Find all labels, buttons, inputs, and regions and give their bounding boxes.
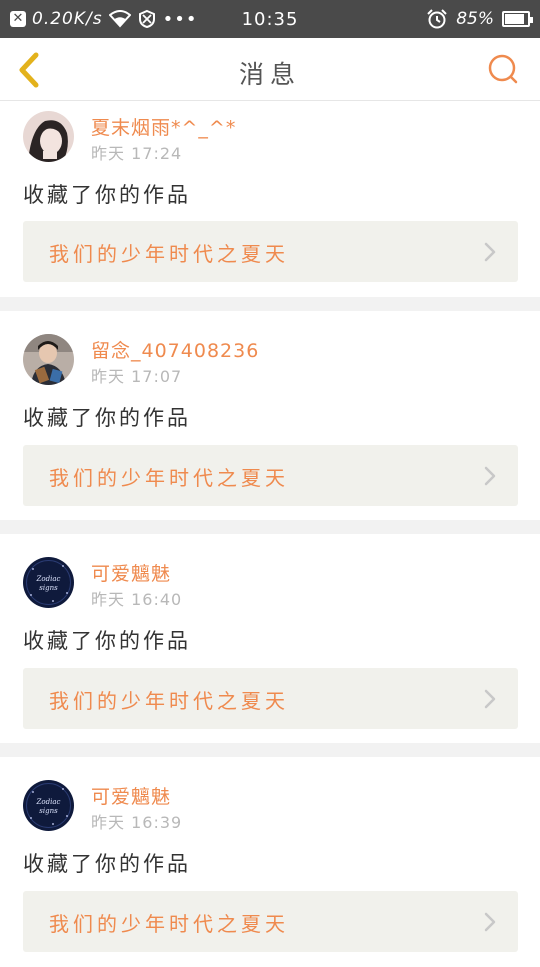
divider (0, 297, 540, 311)
avatar-caption: signs (39, 807, 58, 815)
network-speed: 0.20K/s (32, 9, 103, 29)
work-link[interactable]: 我们的少年时代之夏天 (23, 891, 518, 952)
work-link[interactable]: 我们的少年时代之夏天 (23, 445, 518, 506)
search-icon (488, 54, 518, 84)
message-time: 昨天 17:24 (91, 144, 183, 163)
status-bar: ✕ 0.20K/s ••• 10:35 85% (0, 0, 540, 38)
battery-icon (502, 11, 533, 27)
chevron-right-icon (484, 912, 496, 932)
avatar-caption: Zodiac (36, 798, 61, 806)
message-action: 收藏了你的作品 (23, 183, 191, 207)
avatar-caption: signs (39, 584, 58, 592)
work-link[interactable]: 我们的少年时代之夏天 (23, 221, 518, 282)
avatar-image (23, 334, 74, 385)
alarm-icon (427, 9, 447, 29)
message-action: 收藏了你的作品 (23, 406, 191, 430)
chevron-right-icon (484, 689, 496, 709)
message-time: 昨天 16:39 (91, 813, 183, 832)
avatar[interactable] (23, 111, 74, 162)
avatar[interactable] (23, 334, 74, 385)
list-item: 夏末烟雨*^_^* 昨天 17:24 收藏了你的作品 我们的少年时代之夏天 (0, 101, 540, 297)
chevron-right-icon (484, 466, 496, 486)
user-name[interactable]: 可爱魑魅 (91, 782, 171, 809)
divider (0, 743, 540, 757)
work-title: 我们的少年时代之夏天 (49, 689, 289, 713)
work-title: 我们的少年时代之夏天 (49, 912, 289, 936)
list-item: Zodiac signs 可爱魑魅 昨天 16:40 收藏了你的作品 我们的少年… (0, 534, 540, 743)
work-title: 我们的少年时代之夏天 (49, 242, 289, 266)
divider (0, 520, 540, 534)
search-button[interactable] (486, 52, 520, 86)
page-title: 消息 (238, 60, 301, 89)
avatar[interactable]: Zodiac signs (23, 780, 74, 831)
message-action: 收藏了你的作品 (23, 629, 191, 653)
vpn-shield-icon (138, 9, 155, 29)
back-button[interactable] (12, 50, 48, 90)
notification-close-icon: ✕ (10, 11, 26, 27)
message-time: 昨天 17:07 (91, 367, 183, 386)
more-notifications-icon: ••• (162, 8, 198, 30)
list-item: 留念_407408236 昨天 17:07 收藏了你的作品 我们的少年时代之夏天 (0, 311, 540, 520)
list-item: Zodiac signs 可爱魑魅 昨天 16:39 收藏了你的作品 我们的少年… (0, 757, 540, 967)
work-link[interactable]: 我们的少年时代之夏天 (23, 668, 518, 729)
nav-bar: 消息 (0, 38, 540, 101)
user-name[interactable]: 可爱魑魅 (91, 559, 171, 586)
avatar-image (23, 111, 74, 162)
avatar-image: Zodiac signs (23, 557, 74, 608)
message-time: 昨天 16:40 (91, 590, 183, 609)
avatar-image: Zodiac signs (23, 780, 74, 831)
message-action: 收藏了你的作品 (23, 852, 191, 876)
message-list: 夏末烟雨*^_^* 昨天 17:24 收藏了你的作品 我们的少年时代之夏天 留念… (0, 101, 540, 967)
user-name[interactable]: 夏末烟雨*^_^* (91, 113, 236, 140)
work-title: 我们的少年时代之夏天 (49, 466, 289, 490)
battery-percent: 85% (456, 9, 494, 29)
wifi-icon (108, 10, 131, 28)
user-name[interactable]: 留念_407408236 (91, 336, 259, 363)
chevron-left-icon (19, 52, 39, 88)
battery-fill (505, 14, 524, 24)
avatar-caption: Zodiac (36, 575, 61, 583)
avatar[interactable]: Zodiac signs (23, 557, 74, 608)
chevron-right-icon (484, 242, 496, 262)
